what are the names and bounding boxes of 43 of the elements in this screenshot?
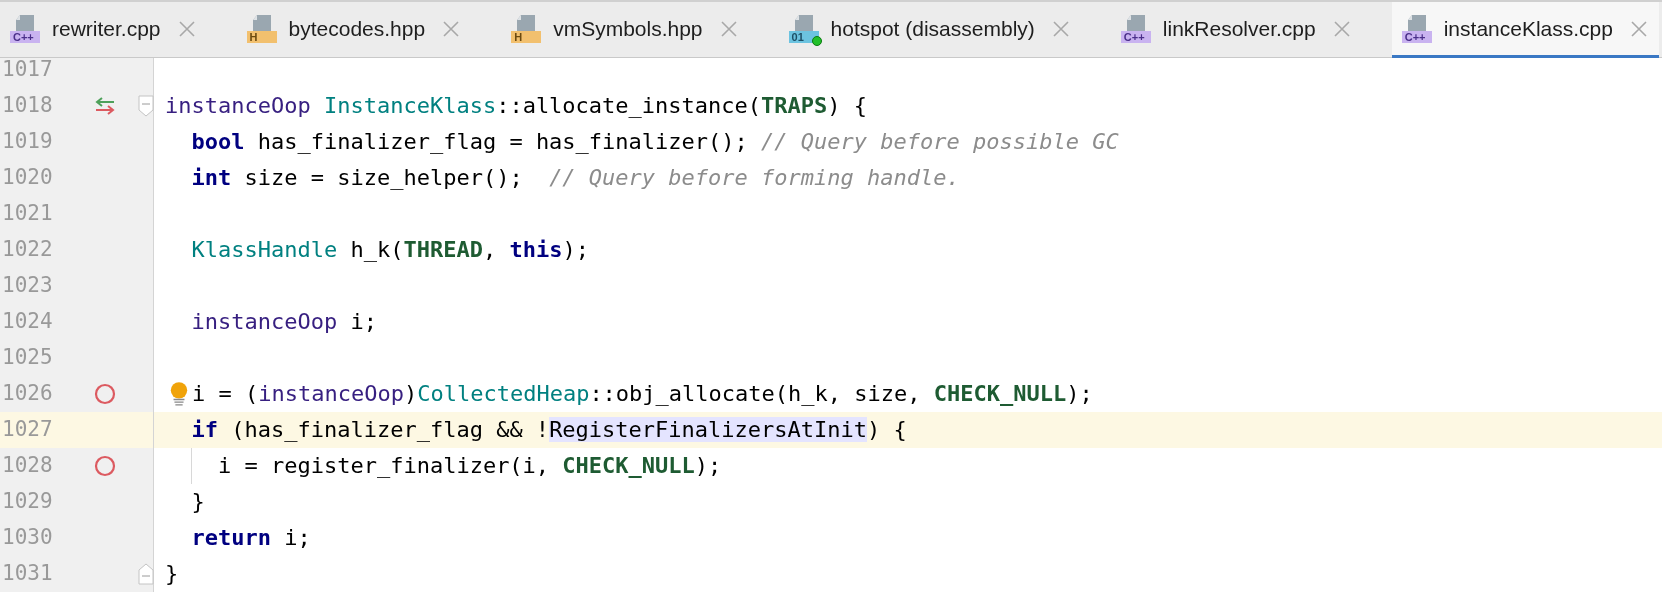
line-number: 1019	[1, 128, 54, 156]
line-number: 1030	[1, 524, 54, 552]
line-number: 1017	[1, 58, 54, 84]
close-icon[interactable]	[720, 20, 737, 37]
editor-tab[interactable]: H bytecodes.hpp	[236, 2, 472, 59]
close-icon[interactable]	[1630, 20, 1647, 37]
breakpoint-icon[interactable]	[94, 455, 116, 477]
editor-tab[interactable]: H vmSymbols.hpp	[501, 2, 749, 59]
code-line: int size = size_helper(); // Query before forming handle.	[190, 164, 960, 192]
close-icon[interactable]	[178, 20, 195, 37]
close-icon[interactable]	[443, 20, 460, 37]
close-icon[interactable]	[1333, 20, 1350, 37]
line-number: 1021	[1, 200, 54, 228]
line-number: 1031	[1, 560, 54, 588]
code-line: instanceOop i;	[190, 308, 377, 336]
editor-tab[interactable]: C++ rewriter.cpp	[0, 2, 207, 59]
lightbulb-icon[interactable]	[169, 380, 189, 408]
line-number: 1024	[1, 308, 54, 336]
editor-tab[interactable]: C++ linkResolver.cpp	[1110, 2, 1362, 59]
line-number: 1028	[1, 452, 54, 480]
code-line: i = (instanceOop)CollectedHeap::obj_allocate(h_k, size, CHECK_NULL);	[192, 380, 1093, 408]
line-number: 1026	[1, 380, 54, 408]
line-number: 1029	[1, 488, 54, 516]
line-number: 1025	[1, 344, 54, 372]
breakpoint-icon[interactable]	[94, 383, 116, 405]
code-line: return i;	[190, 524, 311, 552]
code-line: i = register_finalizer(i, CHECK_NULL);	[216, 452, 722, 480]
line-number: 1027	[1, 416, 54, 444]
code-line: instanceOop InstanceKlass::allocate_instance(TRAPS) {	[165, 92, 868, 120]
editor-tab[interactable]: C++ instanceKlass.cpp	[1391, 2, 1659, 59]
code-line: KlassHandle h_k(THREAD, this);	[190, 236, 589, 264]
code-line: }	[165, 560, 179, 588]
close-icon[interactable]	[1052, 20, 1069, 37]
line-number: 1020	[1, 164, 54, 192]
code-line: }	[190, 488, 205, 516]
arrows-icon[interactable]	[94, 97, 116, 115]
fold-icon[interactable]	[138, 95, 154, 117]
editor-tab[interactable]: 01 hotspot (disassembly)	[778, 2, 1081, 59]
line-number: 1018	[1, 92, 54, 120]
line-number: 1022	[1, 236, 54, 264]
code-line: if (has_finalizer_flag && !RegisterFinalizersAtInit) {	[190, 416, 907, 444]
line-number: 1023	[1, 272, 54, 300]
code-line: bool has_finalizer_flag = has_finalizer(); // Query before possible GC	[190, 128, 1119, 156]
